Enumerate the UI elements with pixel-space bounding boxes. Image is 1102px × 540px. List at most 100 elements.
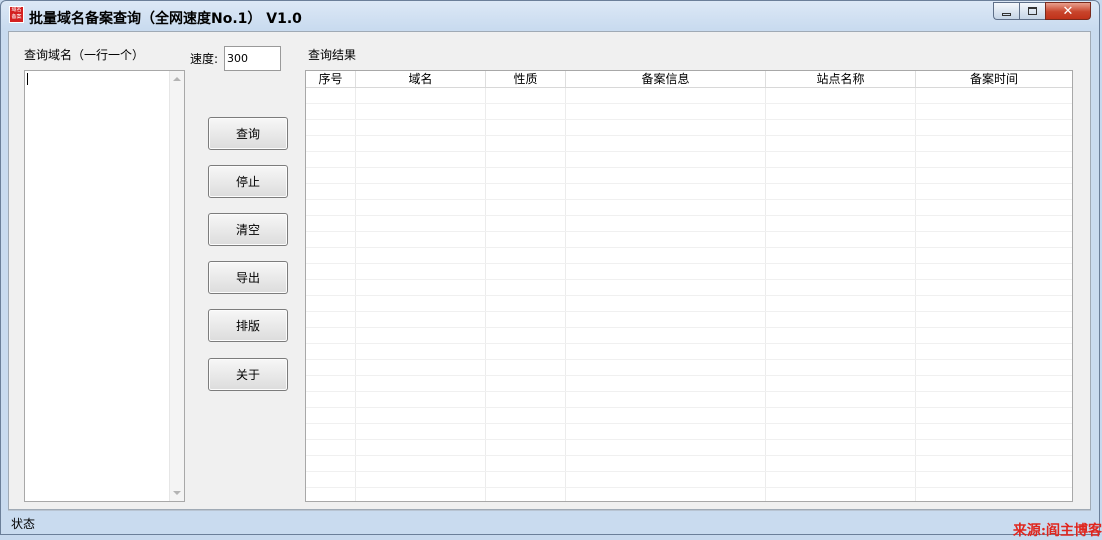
minimize-icon xyxy=(1002,12,1011,16)
table-row[interactable] xyxy=(306,168,1072,184)
about-button[interactable]: 关于 xyxy=(208,358,288,391)
table-cell xyxy=(566,360,766,375)
scroll-down-arrow-icon[interactable] xyxy=(173,491,181,495)
table-row[interactable] xyxy=(306,216,1072,232)
table-cell xyxy=(916,248,1072,263)
title-bar[interactable]: 域名 备案 批量域名备案查询（全网速度No.1） V1.0 ✕ xyxy=(1,1,1099,31)
table-cell xyxy=(306,376,356,391)
table-cell xyxy=(766,104,916,119)
table-row[interactable] xyxy=(306,200,1072,216)
column-header-index[interactable]: 序号 xyxy=(306,71,356,87)
table-cell xyxy=(916,264,1072,279)
clear-button[interactable]: 清空 xyxy=(208,213,288,246)
table-cell xyxy=(356,104,486,119)
table-cell xyxy=(306,488,356,501)
table-row[interactable] xyxy=(306,120,1072,136)
table-cell xyxy=(766,200,916,215)
table-cell xyxy=(306,104,356,119)
table-row[interactable] xyxy=(306,104,1072,120)
table-cell xyxy=(766,280,916,295)
table-cell xyxy=(356,456,486,471)
domain-list-label: 查询域名（一行一个） xyxy=(24,48,145,62)
table-cell xyxy=(486,344,566,359)
window-controls: ✕ xyxy=(993,2,1091,20)
table-row[interactable] xyxy=(306,392,1072,408)
table-cell xyxy=(916,232,1072,247)
table-cell xyxy=(766,360,916,375)
table-row[interactable] xyxy=(306,488,1072,501)
table-cell xyxy=(356,232,486,247)
scroll-up-arrow-icon[interactable] xyxy=(173,77,181,81)
column-header-site-name[interactable]: 站点名称 xyxy=(766,71,916,87)
query-button[interactable]: 查询 xyxy=(208,117,288,150)
table-row[interactable] xyxy=(306,248,1072,264)
table-cell xyxy=(356,152,486,167)
table-row[interactable] xyxy=(306,264,1072,280)
table-cell xyxy=(306,456,356,471)
table-cell xyxy=(356,248,486,263)
table-cell xyxy=(486,184,566,199)
table-cell xyxy=(356,296,486,311)
table-cell xyxy=(766,344,916,359)
table-cell xyxy=(356,264,486,279)
app-icon: 域名 备案 xyxy=(9,6,24,23)
status-bar: 状态 xyxy=(8,510,1091,533)
table-row[interactable] xyxy=(306,376,1072,392)
table-row[interactable] xyxy=(306,456,1072,472)
format-button[interactable]: 排版 xyxy=(208,309,288,342)
stop-button[interactable]: 停止 xyxy=(208,165,288,198)
table-cell xyxy=(356,168,486,183)
domain-list-input[interactable] xyxy=(24,70,185,502)
close-button[interactable]: ✕ xyxy=(1045,2,1091,20)
table-row[interactable] xyxy=(306,472,1072,488)
table-cell xyxy=(766,120,916,135)
table-row[interactable] xyxy=(306,88,1072,104)
table-row[interactable] xyxy=(306,184,1072,200)
table-row[interactable] xyxy=(306,440,1072,456)
table-cell xyxy=(356,312,486,327)
table-row[interactable] xyxy=(306,360,1072,376)
table-cell xyxy=(766,472,916,487)
table-cell xyxy=(916,456,1072,471)
table-cell xyxy=(766,392,916,407)
speed-input[interactable] xyxy=(224,46,281,71)
table-row[interactable] xyxy=(306,424,1072,440)
table-cell xyxy=(306,248,356,263)
table-row[interactable] xyxy=(306,344,1072,360)
table-cell xyxy=(766,264,916,279)
minimize-button[interactable] xyxy=(993,2,1019,20)
table-row[interactable] xyxy=(306,296,1072,312)
table-cell xyxy=(566,376,766,391)
table-cell xyxy=(306,152,356,167)
table-cell xyxy=(766,152,916,167)
table-cell xyxy=(306,440,356,455)
table-row[interactable] xyxy=(306,328,1072,344)
table-row[interactable] xyxy=(306,280,1072,296)
status-text: 状态 xyxy=(11,517,36,531)
results-table-header: 序号 域名 性质 备案信息 站点名称 备案时间 xyxy=(306,71,1072,88)
table-cell xyxy=(486,440,566,455)
table-row[interactable] xyxy=(306,232,1072,248)
table-cell xyxy=(916,328,1072,343)
table-cell xyxy=(356,360,486,375)
table-cell xyxy=(356,216,486,231)
column-header-domain[interactable]: 域名 xyxy=(356,71,486,87)
table-cell xyxy=(566,120,766,135)
table-cell xyxy=(356,472,486,487)
table-row[interactable] xyxy=(306,408,1072,424)
table-row[interactable] xyxy=(306,136,1072,152)
table-cell xyxy=(306,88,356,103)
column-header-type[interactable]: 性质 xyxy=(486,71,566,87)
table-cell xyxy=(766,232,916,247)
column-header-record-info[interactable]: 备案信息 xyxy=(566,71,766,87)
domain-list-scrollbar[interactable] xyxy=(169,71,184,501)
app-icon-text-1: 域名 xyxy=(11,7,22,13)
table-row[interactable] xyxy=(306,312,1072,328)
results-table-body xyxy=(306,88,1072,501)
export-button[interactable]: 导出 xyxy=(208,261,288,294)
results-table[interactable]: 序号 域名 性质 备案信息 站点名称 备案时间 xyxy=(305,70,1073,502)
table-cell xyxy=(766,248,916,263)
column-header-record-time[interactable]: 备案时间 xyxy=(916,71,1072,87)
maximize-button[interactable] xyxy=(1019,2,1045,20)
table-row[interactable] xyxy=(306,152,1072,168)
